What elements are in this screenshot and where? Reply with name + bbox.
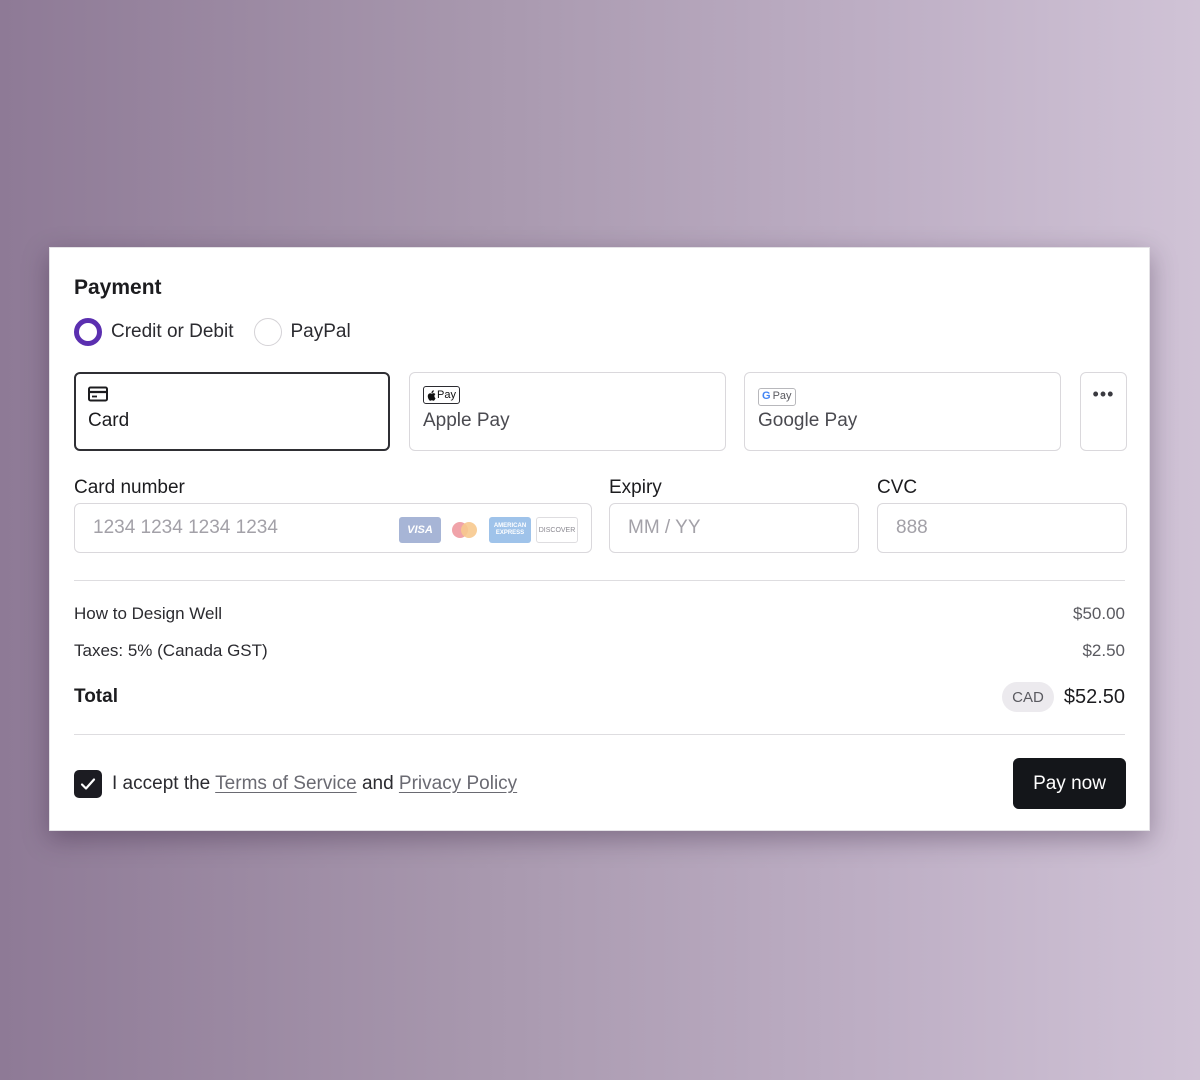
credit-card-icon — [88, 386, 108, 407]
terms-text: I accept the Terms of Service and Privac… — [112, 773, 517, 795]
method-tile-apple-pay[interactable]: Pay Apple Pay — [409, 372, 726, 451]
line-item-value: $2.50 — [1082, 641, 1125, 660]
more-dots-icon: ••• — [1092, 384, 1115, 404]
terms-of-service-link[interactable]: Terms of Service — [215, 773, 356, 794]
method-tile-google-pay[interactable]: G Pay Google Pay — [744, 372, 1061, 451]
terms-row: I accept the Terms of Service and Privac… — [74, 770, 517, 798]
apple-pay-icon: Pay — [423, 386, 460, 406]
terms-and: and — [361, 773, 394, 794]
radio-button-unchecked[interactable] — [253, 318, 282, 346]
payment-type-radio-group: Credit or Debit PayPal — [74, 318, 371, 346]
google-pay-icon: G Pay — [758, 386, 796, 406]
method-label: Card — [88, 410, 130, 431]
line-item-label: How to Design Well — [74, 604, 223, 623]
apple-pay-badge-text: Pay — [437, 388, 456, 401]
cvc-input[interactable] — [896, 504, 1106, 552]
terms-checkbox[interactable] — [74, 770, 102, 798]
terms-prefix: I accept the — [112, 773, 211, 794]
expiry-field-wrapper — [609, 503, 859, 553]
payment-title: Payment — [74, 276, 162, 299]
amex-icon: AMERICAN EXPRESS — [489, 517, 531, 543]
currency-badge: CAD — [1002, 682, 1054, 712]
discover-icon: DISCOVER — [536, 517, 578, 543]
method-label: Google Pay — [758, 410, 858, 431]
divider — [74, 580, 1125, 581]
radio-button-checked[interactable] — [74, 318, 102, 346]
method-tile-card[interactable]: Card — [74, 372, 390, 451]
mastercard-icon — [446, 517, 484, 543]
card-number-input[interactable] — [93, 504, 373, 552]
google-pay-badge-text: Pay — [772, 390, 792, 402]
line-item: Taxes: 5% (Canada GST) $2.50 — [74, 641, 1125, 661]
radio-credit-or-debit[interactable]: Credit or Debit — [74, 318, 234, 346]
total-label: Total — [74, 686, 118, 707]
more-methods-button[interactable]: ••• — [1080, 372, 1127, 451]
pay-now-button[interactable]: Pay now — [1013, 758, 1126, 809]
radio-label: Credit or Debit — [111, 321, 234, 342]
line-item-label: Taxes: 5% (Canada GST) — [74, 641, 268, 660]
divider — [74, 734, 1125, 735]
card-number-field-wrapper: VISA AMERICANEXPRESS DISCOVER — [74, 503, 592, 553]
card-brand-logos: VISA AMERICAN EXPRESS DISCOVER — [394, 517, 578, 543]
visa-icon: VISA — [399, 517, 441, 543]
line-item-value: $50.00 — [1073, 604, 1125, 623]
card-number-label: Card number — [74, 477, 185, 498]
payment-panel: Payment Credit or Debit PayPal Card Pay … — [49, 247, 1150, 831]
method-label: Apple Pay — [423, 410, 510, 431]
cvc-label: CVC — [877, 477, 918, 498]
total-value: $52.50 — [1063, 685, 1125, 708]
cvc-field-wrapper — [877, 503, 1127, 553]
total-row: Total CAD $52.50 — [74, 682, 1125, 712]
radio-label: PayPal — [290, 321, 351, 342]
privacy-policy-link[interactable]: Privacy Policy — [399, 773, 517, 794]
checkmark-icon — [80, 778, 96, 790]
line-item: How to Design Well $50.00 — [74, 604, 1125, 624]
expiry-input[interactable] — [628, 504, 838, 552]
radio-paypal[interactable]: PayPal — [253, 318, 351, 346]
expiry-label: Expiry — [609, 477, 662, 498]
